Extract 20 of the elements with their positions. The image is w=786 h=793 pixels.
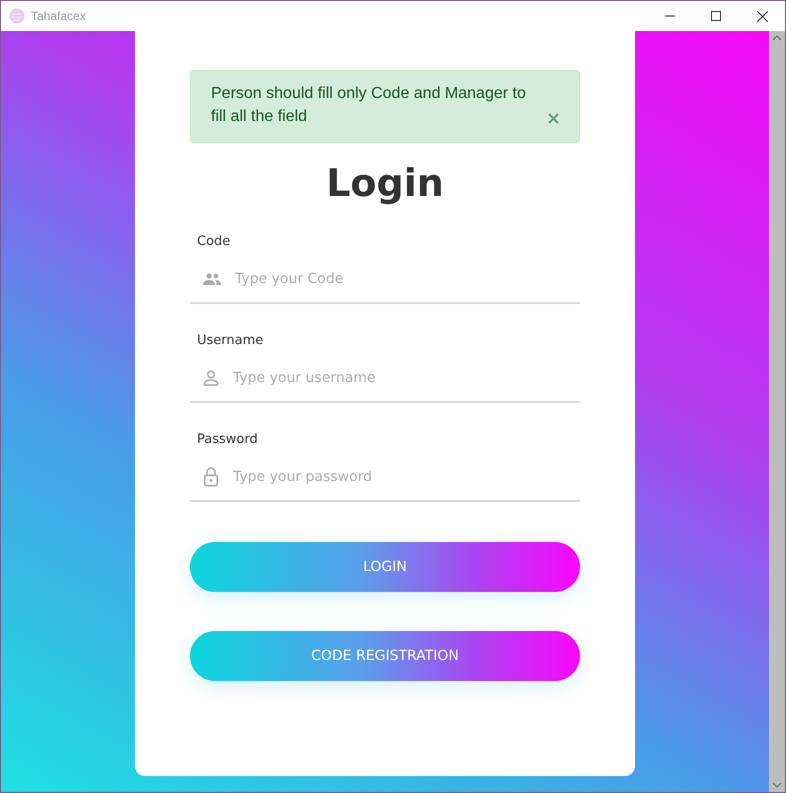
input-field[interactable]: Type your Code	[233, 270, 580, 288]
field-label: Password	[196, 431, 259, 449]
lock-icon	[203, 467, 219, 487]
scroll-up-icon[interactable]	[772, 35, 782, 41]
gradient-button[interactable]: LOGIN	[190, 542, 580, 592]
person-icon	[203, 370, 219, 386]
input-field[interactable]: Type your password	[231, 468, 580, 486]
maximize-icon[interactable]	[711, 11, 721, 21]
scrollbar[interactable]	[769, 31, 785, 792]
gradient-button[interactable]: CODE REGISTRATION	[190, 631, 580, 681]
login-heading: Login	[326, 160, 444, 207]
window-title: Tahafacex	[31, 9, 86, 23]
field-label: Code	[196, 233, 232, 251]
app-logo-icon	[9, 8, 25, 24]
people-icon	[203, 273, 221, 285]
scroll-down-icon[interactable]	[772, 782, 782, 788]
field-label: Username	[196, 332, 264, 350]
alert-message: Person should fill only Code and Manager to fill all the field	[211, 84, 527, 127]
input-field[interactable]: Type your username	[231, 369, 580, 387]
close-icon[interactable]	[757, 10, 768, 22]
